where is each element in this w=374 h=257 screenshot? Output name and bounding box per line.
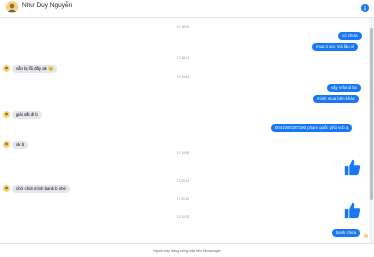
message-incoming[interactable]: vẫn bị lỗi đấy ạk 😊: [12, 65, 58, 73]
thumbs-up-icon[interactable]: [343, 158, 361, 176]
contact-avatar-small: [3, 185, 10, 192]
contact-name[interactable]: Như Duy Nguyễn: [22, 2, 72, 9]
timestamp: 17:19:55: [176, 151, 190, 155]
read-receipt-avatar: [364, 234, 368, 238]
message-outgoing[interactable]: có chưa: [338, 32, 362, 40]
status-footer: Người này đang sống mặt trên Messenger: [0, 243, 374, 257]
timestamp: 17:18:02: [176, 25, 190, 29]
conversation-header: Như Duy Nguyễn: [0, 0, 374, 18]
thumbs-up-icon[interactable]: [343, 201, 361, 219]
message-incoming[interactable]: chờ chút mình bank b nhé: [12, 185, 70, 193]
message-outgoing[interactable]: bank chưa: [332, 229, 361, 237]
contact-avatar-small: [3, 141, 10, 148]
message-outgoing[interactable]: 0041000187190 phạm quốc phú vcb ạ: [271, 124, 353, 132]
info-icon[interactable]: [361, 4, 369, 12]
message-incoming[interactable]: giải sắt đi b: [12, 111, 42, 119]
timestamp: 17:20:32: [176, 215, 190, 219]
message-outgoing[interactable]: vậy refund lại: [327, 84, 361, 92]
timestamp: 17:18:11: [176, 56, 190, 60]
contact-avatar[interactable]: [6, 1, 18, 13]
contact-avatar-small: [3, 65, 10, 72]
message-outgoing[interactable]: mua 3 scc mà lâu vl: [312, 43, 358, 51]
timestamp: 17:20:12: [176, 179, 190, 183]
scrollbar-thumb[interactable]: [370, 28, 373, 200]
message-list[interactable]: 17:18:02 17:18:11 17:19:44 17:19:55 17:2…: [0, 18, 374, 243]
timestamp: 17:20:22: [176, 197, 190, 201]
message-incoming[interactable]: ok b: [12, 141, 29, 149]
contact-avatar-small: [3, 111, 10, 118]
message-outgoing[interactable]: mình mua bên khác: [313, 95, 359, 103]
timestamp: 17:19:44: [176, 75, 190, 79]
footer-text: Người này đang sống mặt trên Messenger: [153, 249, 221, 253]
